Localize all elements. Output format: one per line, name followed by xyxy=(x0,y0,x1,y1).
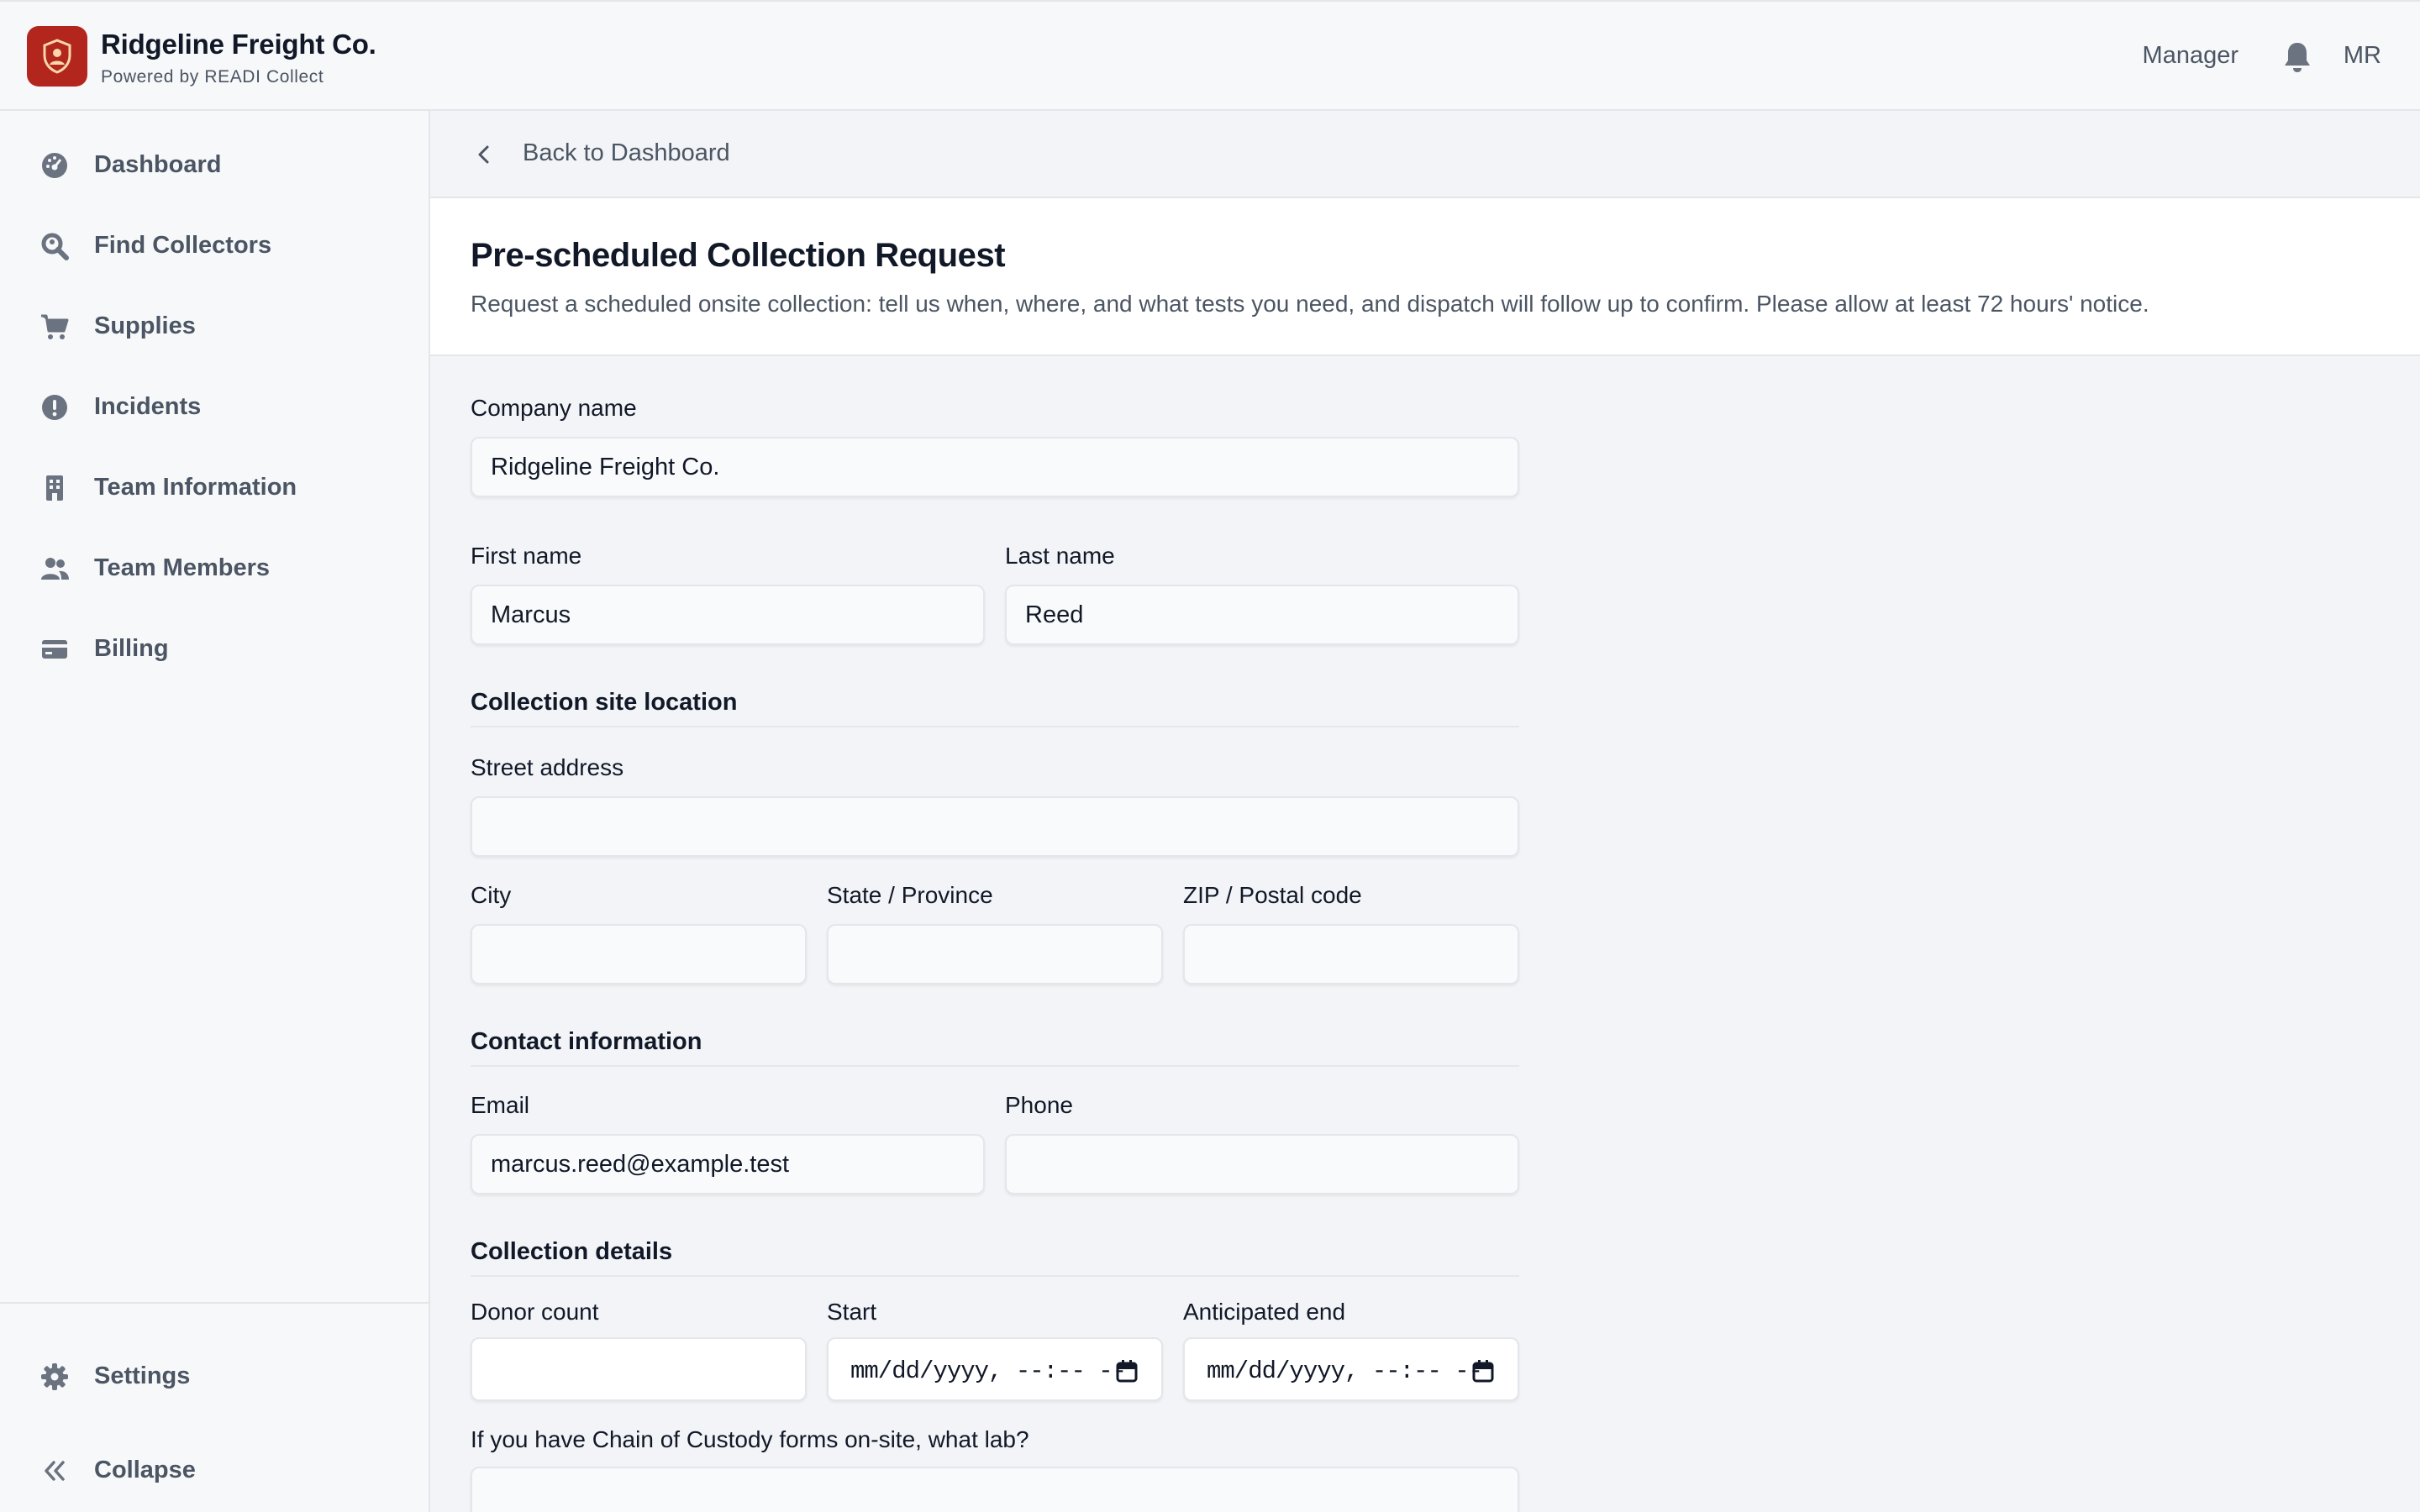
section-divider xyxy=(471,726,1519,727)
sidebar-item-label: Dashboard xyxy=(94,150,222,178)
chevron-left-icon[interactable] xyxy=(472,143,496,166)
sidebar-item-label: Settings xyxy=(94,1362,191,1389)
sidebar-item-team-members[interactable]: Team Members xyxy=(0,538,429,598)
sidebar-item-settings[interactable]: Settings xyxy=(0,1346,429,1406)
gear-icon xyxy=(41,1363,68,1390)
sidebar-item-supplies[interactable]: Supplies xyxy=(0,296,429,356)
sidebar-item-label: Supplies xyxy=(94,312,196,339)
contact-section-title: Contact information xyxy=(471,1028,702,1055)
section-divider xyxy=(471,1275,1519,1277)
shield-icon xyxy=(43,39,71,74)
last-name-label: Last name xyxy=(1005,543,1115,569)
brand-subtitle: Powered by READI Collect xyxy=(101,67,324,87)
page-description: Request a scheduled onsite collection: t… xyxy=(471,291,2149,317)
first-name-input[interactable] xyxy=(471,585,985,645)
gauge-icon xyxy=(42,153,67,178)
sidebar-divider xyxy=(0,1302,429,1304)
city-label: City xyxy=(471,882,512,908)
double-chevron-left-icon xyxy=(45,1461,65,1481)
state-label: State / Province xyxy=(827,882,993,908)
sidebar: Dashboard Find Collectors Supplies Incid… xyxy=(0,111,430,1512)
phone-label: Phone xyxy=(1005,1092,1073,1118)
state-input[interactable] xyxy=(827,924,1163,984)
building-icon xyxy=(46,475,63,501)
users-icon xyxy=(41,558,69,580)
end-datetime-placeholder: mm/dd/yyyy, --:-- -- xyxy=(1207,1357,1483,1385)
city-input[interactable] xyxy=(471,924,807,984)
card-icon xyxy=(42,640,67,659)
sidebar-item-label: Team Information xyxy=(94,473,297,501)
start-label: Start xyxy=(827,1299,877,1325)
sidebar-item-billing[interactable]: Billing xyxy=(0,618,429,679)
cart-icon xyxy=(41,314,69,339)
calendar-icon[interactable] xyxy=(1472,1359,1494,1383)
donor-count-label: Donor count xyxy=(471,1299,599,1325)
phone-input[interactable] xyxy=(1005,1134,1519,1194)
role-label[interactable]: Manager xyxy=(2143,42,2238,70)
page-title: Pre-scheduled Collection Request xyxy=(471,237,1006,274)
search-icon xyxy=(41,233,69,260)
donor-count-input[interactable] xyxy=(471,1337,807,1401)
anticipated-end-label: Anticipated end xyxy=(1183,1299,1346,1325)
sidebar-item-find-collectors[interactable]: Find Collectors xyxy=(0,215,429,276)
sidebar-collapse-button[interactable]: Collapse xyxy=(0,1440,429,1500)
zip-label: ZIP / Postal code xyxy=(1183,882,1362,908)
calendar-icon[interactable] xyxy=(1116,1359,1138,1383)
zip-input[interactable] xyxy=(1183,924,1519,984)
back-bar: Back to Dashboard xyxy=(430,111,2420,198)
street-address-input[interactable] xyxy=(471,796,1519,857)
avatar[interactable]: MR xyxy=(2344,42,2381,70)
sidebar-item-incidents[interactable]: Incidents xyxy=(0,376,429,437)
email-label: Email xyxy=(471,1092,530,1118)
end-datetime-input[interactable]: mm/dd/yyyy, --:-- -- xyxy=(1183,1337,1519,1401)
section-divider xyxy=(471,1065,1519,1067)
start-datetime-input[interactable]: mm/dd/yyyy, --:-- -- xyxy=(827,1337,1163,1401)
top-header: Ridgeline Freight Co. Powered by READI C… xyxy=(0,0,2420,111)
first-name-label: First name xyxy=(471,543,582,569)
company-name-input[interactable] xyxy=(471,437,1519,497)
company-name-label: Company name xyxy=(471,395,637,421)
page-header: Pre-scheduled Collection Request Request… xyxy=(430,198,2420,356)
sidebar-item-label: Billing xyxy=(94,634,169,662)
sidebar-item-team-information[interactable]: Team Information xyxy=(0,457,429,517)
sidebar-item-label: Collapse xyxy=(94,1456,196,1483)
main-content: Back to Dashboard Pre-scheduled Collecti… xyxy=(430,111,2420,1512)
details-section-title: Collection details xyxy=(471,1238,673,1265)
coc-lab-input[interactable] xyxy=(471,1467,1519,1512)
alert-icon xyxy=(42,395,67,420)
last-name-input[interactable] xyxy=(1005,585,1519,645)
bell-icon[interactable] xyxy=(2282,40,2312,74)
location-section-title: Collection site location xyxy=(471,689,738,716)
back-to-dashboard-link[interactable]: Back to Dashboard xyxy=(523,139,730,167)
sidebar-item-dashboard[interactable]: Dashboard xyxy=(0,134,429,195)
coc-lab-label: If you have Chain of Custody forms on-si… xyxy=(471,1426,1029,1452)
start-datetime-placeholder: mm/dd/yyyy, --:-- -- xyxy=(850,1357,1127,1385)
brand-name: Ridgeline Freight Co. xyxy=(101,29,376,60)
brand-logo[interactable] xyxy=(27,26,87,87)
sidebar-item-label: Incidents xyxy=(94,392,202,420)
email-input[interactable] xyxy=(471,1134,985,1194)
sidebar-item-label: Find Collectors xyxy=(94,231,272,259)
sidebar-item-label: Team Members xyxy=(94,554,270,581)
street-address-label: Street address xyxy=(471,754,624,780)
